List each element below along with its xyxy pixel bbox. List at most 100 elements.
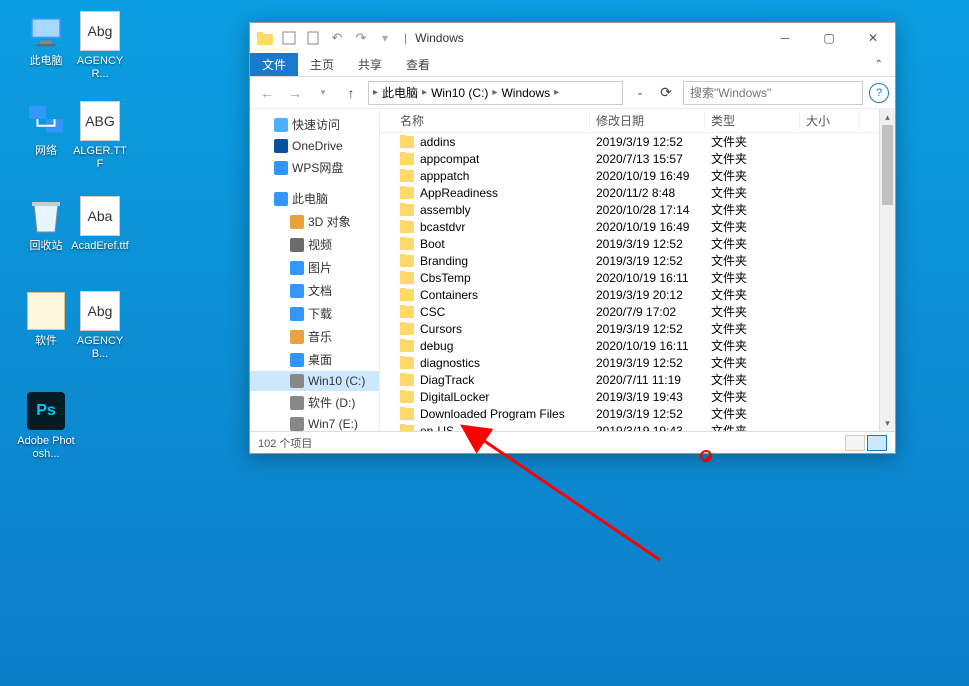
- file-type: 文件夹: [705, 371, 800, 388]
- file-date: 2020/7/11 11:19: [590, 373, 705, 387]
- file-row[interactable]: diagnostics2019/3/19 12:52文件夹: [380, 354, 879, 371]
- desktop-icon-acaderef.ttf[interactable]: AbaAcadEref.ttf: [70, 195, 130, 253]
- sidebar-item-wps[interactable]: WPS网盘: [250, 156, 379, 179]
- ribbon-tab-share[interactable]: 共享: [346, 53, 394, 76]
- file-row[interactable]: AppReadiness2020/11/2 8:48文件夹: [380, 184, 879, 201]
- desktop-icon-此电脑[interactable]: 此电脑: [16, 10, 76, 68]
- file-row[interactable]: assembly2020/10/28 17:14文件夹: [380, 201, 879, 218]
- view-thumbnails-button[interactable]: [845, 435, 865, 451]
- file-row[interactable]: CbsTemp2020/10/19 16:11文件夹: [380, 269, 879, 286]
- crumb-drive[interactable]: Win10 (C:): [427, 86, 492, 100]
- close-button[interactable]: ✕: [851, 23, 895, 53]
- scrollbar-thumb[interactable]: [882, 125, 893, 205]
- sidebar-item-3d[interactable]: 3D 对象: [250, 210, 379, 233]
- font-file-icon: ABG: [80, 101, 120, 141]
- desktop-icon-agencyr[interactable]: AbgAGENCYR...: [70, 10, 130, 81]
- file-row[interactable]: addins2019/3/19 12:52文件夹: [380, 133, 879, 150]
- file-row[interactable]: Downloaded Program Files2019/3/19 12:52文…: [380, 405, 879, 422]
- crumb-pc[interactable]: 此电脑: [378, 84, 422, 101]
- paste-btn[interactable]: [304, 29, 322, 47]
- file-date: 2019/3/19 12:52: [590, 254, 705, 268]
- sidebar-item-video[interactable]: 视频: [250, 233, 379, 256]
- disk-icon: [290, 374, 304, 388]
- file-row[interactable]: appcompat2020/7/13 15:57文件夹: [380, 150, 879, 167]
- status-item-count: 102 个项目: [258, 435, 312, 451]
- file-row[interactable]: en-US2019/3/19 19:43文件夹: [380, 422, 879, 431]
- desktop-icon-alger.ttf[interactable]: ABG ALGER.TTF: [70, 100, 130, 171]
- sidebar-item-disk[interactable]: Win10 (C:): [250, 371, 379, 391]
- file-date: 2020/11/2 8:48: [590, 186, 705, 200]
- maximize-button[interactable]: ▢: [807, 23, 851, 53]
- network-icon: [27, 102, 65, 140]
- file-row[interactable]: Branding2019/3/19 12:52文件夹: [380, 252, 879, 269]
- search-input[interactable]: [690, 86, 856, 100]
- vertical-scrollbar[interactable]: ▴ ▾: [879, 109, 895, 431]
- file-type: 文件夹: [705, 133, 800, 150]
- file-date: 2019/3/19 12:52: [590, 322, 705, 336]
- file-row[interactable]: debug2020/10/19 16:11文件夹: [380, 337, 879, 354]
- tree-label: 视频: [308, 236, 332, 253]
- crumb-folder[interactable]: Windows: [497, 86, 554, 100]
- icon-label: ALGER.TTF: [70, 145, 130, 171]
- column-type[interactable]: 类型: [705, 112, 800, 129]
- folder-icon: [400, 136, 414, 148]
- sidebar-item-pc[interactable]: 此电脑: [250, 187, 379, 210]
- recent-dropdown[interactable]: ▾: [312, 82, 334, 104]
- file-name: assembly: [420, 203, 471, 217]
- file-row[interactable]: bcastdvr2020/10/19 16:49文件夹: [380, 218, 879, 235]
- file-type: 文件夹: [705, 167, 800, 184]
- help-button[interactable]: ?: [869, 83, 889, 103]
- scroll-down-icon[interactable]: ▾: [880, 415, 895, 431]
- scroll-up-icon[interactable]: ▴: [880, 109, 895, 125]
- sidebar-item-pic[interactable]: 图片: [250, 256, 379, 279]
- view-details-button[interactable]: [867, 435, 887, 451]
- undo-btn[interactable]: ↶: [328, 29, 346, 47]
- sidebar-item-disk[interactable]: Win7 (E:): [250, 414, 379, 431]
- file-row[interactable]: apppatch2020/10/19 16:49文件夹: [380, 167, 879, 184]
- sidebar-item-star[interactable]: 快速访问: [250, 113, 379, 136]
- desktop-icon-adobe photosh[interactable]: PsAdobe Photosh...: [16, 390, 76, 461]
- breadcrumb[interactable]: ▸ 此电脑 ▸ Win10 (C:) ▸ Windows ▸: [368, 81, 623, 105]
- back-button[interactable]: ←: [256, 82, 278, 104]
- column-date[interactable]: 修改日期: [590, 112, 705, 129]
- ribbon-tab-home[interactable]: 主页: [298, 53, 346, 76]
- photoshop-icon: Ps: [27, 392, 65, 430]
- file-row[interactable]: Cursors2019/3/19 12:52文件夹: [380, 320, 879, 337]
- minimize-button[interactable]: ─: [763, 23, 807, 53]
- file-row[interactable]: CSC2020/7/9 17:02文件夹: [380, 303, 879, 320]
- redo-btn[interactable]: ↷: [352, 29, 370, 47]
- desktop-icon-软件[interactable]: 软件: [16, 290, 76, 348]
- sidebar-item-disk[interactable]: 软件 (D:): [250, 391, 379, 414]
- breadcrumb-dropdown[interactable]: ⌄: [629, 82, 651, 104]
- ribbon-expand[interactable]: ⌃: [863, 53, 895, 76]
- file-type: 文件夹: [705, 235, 800, 252]
- forward-button[interactable]: →: [284, 82, 306, 104]
- desktop-icon-网络[interactable]: 网络: [16, 100, 76, 158]
- sidebar-item-doc[interactable]: 文档: [250, 279, 379, 302]
- sidebar-item-music[interactable]: 音乐: [250, 325, 379, 348]
- properties-btn[interactable]: [280, 29, 298, 47]
- refresh-button[interactable]: ⟳: [655, 82, 677, 104]
- file-name: CbsTemp: [420, 271, 471, 285]
- folder-icon: [400, 170, 414, 182]
- column-size[interactable]: 大小: [800, 112, 860, 129]
- file-list[interactable]: addins2019/3/19 12:52文件夹appcompat2020/7/…: [380, 133, 879, 431]
- file-row[interactable]: DiagTrack2020/7/11 11:19文件夹: [380, 371, 879, 388]
- desktop-icon-agencyb[interactable]: AbgAGENCYB...: [70, 290, 130, 361]
- ribbon-tab-file[interactable]: 文件: [250, 53, 298, 76]
- file-row[interactable]: Boot2019/3/19 12:52文件夹: [380, 235, 879, 252]
- file-type: 文件夹: [705, 354, 800, 371]
- search-box[interactable]: [683, 81, 863, 105]
- file-type: 文件夹: [705, 422, 800, 431]
- column-name[interactable]: 名称: [380, 112, 590, 129]
- ribbon-tab-view[interactable]: 查看: [394, 53, 442, 76]
- file-row[interactable]: Containers2019/3/19 20:12文件夹: [380, 286, 879, 303]
- sidebar-item-dl[interactable]: 下载: [250, 302, 379, 325]
- file-name: Downloaded Program Files: [420, 407, 565, 421]
- up-button[interactable]: ↑: [340, 82, 362, 104]
- sidebar-item-desk[interactable]: 桌面: [250, 348, 379, 371]
- folder-icon: [400, 204, 414, 216]
- sidebar-item-cloud[interactable]: OneDrive: [250, 136, 379, 156]
- desktop-icon-回收站[interactable]: 回收站: [16, 195, 76, 253]
- file-row[interactable]: DigitalLocker2019/3/19 19:43文件夹: [380, 388, 879, 405]
